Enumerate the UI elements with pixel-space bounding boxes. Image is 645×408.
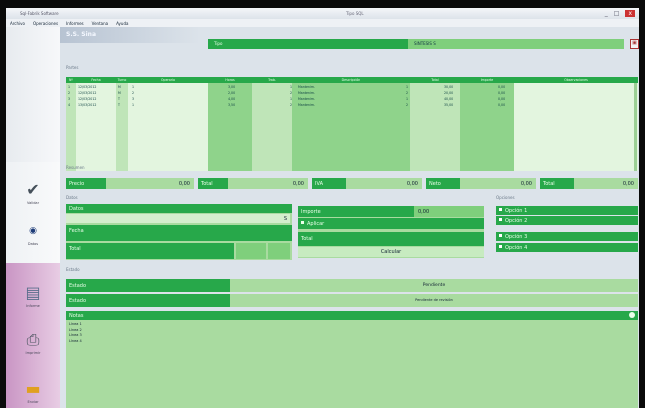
- sidebar-item-enviar[interactable]: ▬ Enviar: [6, 379, 60, 405]
- sidebar-item-imprimir[interactable]: ⎙ Imprimir: [6, 330, 60, 356]
- section-title-opciones: Opciones: [496, 195, 515, 200]
- page-title: S.S. Sina: [66, 31, 96, 38]
- total-value-field[interactable]: 0,00: [228, 178, 308, 189]
- parts-table: Nº Fecha Turno Operario Horas Trab. Desc…: [66, 77, 638, 171]
- pdf-icon[interactable]: ▣: [630, 39, 639, 49]
- close-button[interactable]: x: [625, 10, 635, 17]
- section-title-estado: Estado: [66, 267, 80, 272]
- sidebar-item-datos[interactable]: ◉ Datos: [6, 223, 60, 246]
- left-panel-header: Datos: [66, 204, 292, 213]
- main-content: S.S. Sina Tipo SINTESIS S ▣ Partes Nº Fe…: [60, 27, 639, 408]
- table-header-cell[interactable]: Trab.: [252, 77, 292, 83]
- middle-checkbox-row[interactable]: Aplicar: [298, 218, 484, 229]
- total-label: Precio: [66, 178, 106, 189]
- left-panel: Datos S Fecha Total: [66, 204, 292, 260]
- check-icon: ✔: [26, 180, 40, 199]
- menu-bar: Archivo Operaciones Informes Ventana Ayu…: [6, 19, 639, 27]
- status-value: Pendiente: [230, 279, 638, 292]
- table-header-cell[interactable]: Total: [410, 77, 460, 83]
- section-title-resumen: Resumen: [66, 165, 85, 170]
- sidebar-item-validar[interactable]: ✔ Validar: [6, 180, 60, 206]
- table-row[interactable]: 2 12/03/2012 M 2 2,00 2 Mantenim. 2 20,0…: [68, 91, 628, 96]
- sidebar-item-label: Enviar: [27, 400, 39, 404]
- sidebar-item-label: Datos: [27, 242, 39, 246]
- option-row[interactable]: Opción 2: [496, 216, 638, 225]
- title-bar: Sql-Fabrik Software Tipo SQL _ □ x: [6, 8, 639, 19]
- header-field-value: SINTESIS S: [408, 39, 624, 49]
- total-value-field[interactable]: 0,00: [346, 178, 422, 189]
- notes-toggle-icon[interactable]: [629, 312, 635, 318]
- section-title-partes: Partes: [66, 65, 79, 70]
- notes-header: Notas: [66, 311, 638, 320]
- status-value: Pendiente de revisión: [230, 294, 638, 307]
- maximize-button[interactable]: □: [614, 10, 620, 17]
- header-banner: S.S. Sina: [60, 27, 200, 43]
- left-panel-row: Total: [66, 243, 234, 259]
- total-value-field[interactable]: 0,00: [574, 178, 638, 189]
- radio-button[interactable]: [499, 218, 502, 221]
- document-title: Tipo SQL: [346, 11, 364, 16]
- left-panel-input[interactable]: [268, 243, 290, 259]
- middle-value-field[interactable]: 0,00: [414, 206, 484, 217]
- middle-panel: Importe 0,00 Aplicar Total Calcular: [298, 206, 484, 258]
- total-label: IVA: [312, 178, 346, 189]
- middle-label: Total: [298, 232, 484, 246]
- radio-button[interactable]: [499, 234, 502, 237]
- left-panel-input[interactable]: [236, 243, 266, 259]
- option-row[interactable]: Opción 4: [496, 243, 638, 252]
- menu-item-informes[interactable]: Informes: [66, 21, 84, 26]
- section-title-datos: Datos: [66, 195, 78, 200]
- app-title: Sql-Fabrik Software: [20, 11, 59, 16]
- box-icon: ▬: [25, 379, 41, 398]
- checkbox[interactable]: [301, 221, 304, 224]
- table-scrollbar[interactable]: [634, 83, 637, 171]
- sidebar-item-label: Informe: [26, 304, 40, 308]
- notes-panel: Notas Línea 1 Línea 2 Línea 3 Línea 4: [66, 311, 638, 408]
- total-label: Neto: [426, 178, 460, 189]
- total-label: Total: [198, 178, 228, 189]
- total-value-field[interactable]: 0,00: [106, 178, 194, 189]
- menu-item-operaciones[interactable]: Operaciones: [33, 21, 58, 26]
- header-field-label: Tipo: [208, 39, 408, 49]
- middle-label: Importe: [298, 206, 414, 217]
- sidebar-item-label: Imprimir: [25, 351, 41, 355]
- sidebar-item-label: Validar: [26, 201, 40, 205]
- document-icon: ▤: [25, 283, 41, 302]
- left-panel-row: Fecha: [66, 225, 292, 241]
- menu-item-ayuda[interactable]: Ayuda: [116, 21, 128, 26]
- total-label: Total: [540, 178, 574, 189]
- left-panel-select[interactable]: S: [66, 214, 290, 223]
- menu-item-archivo[interactable]: Archivo: [10, 21, 25, 26]
- calculate-button[interactable]: Calcular: [298, 247, 484, 257]
- total-value-field[interactable]: 0,00: [460, 178, 536, 189]
- status-label: Estado: [66, 279, 230, 292]
- menu-item-ventana[interactable]: Ventana: [92, 21, 108, 26]
- table-header-cell[interactable]: Nº: [66, 77, 76, 83]
- table-header-cell[interactable]: Turno: [116, 77, 128, 83]
- table-row[interactable]: 1 12/03/2012 M 1 3,00 1 Mantenim. 1 30,0…: [68, 85, 628, 90]
- option-row[interactable]: Opción 3: [496, 232, 638, 241]
- logo-icon: ◉: [29, 226, 37, 236]
- sidebar-item-informe[interactable]: ▤ Informe: [6, 283, 60, 309]
- status-label: Estado: [66, 294, 230, 307]
- radio-button[interactable]: [499, 245, 502, 248]
- notes-text[interactable]: Línea 1 Línea 2 Línea 3 Línea 4: [69, 322, 82, 344]
- window-controls: _ □ x: [605, 10, 635, 17]
- printer-icon: ⎙: [26, 330, 40, 349]
- option-row[interactable]: Opción 1: [496, 206, 638, 215]
- table-row[interactable]: 3 12/03/2012 T 3 4,00 1 Mantenim. 1 40,0…: [68, 97, 628, 102]
- application-window: Sql-Fabrik Software Tipo SQL _ □ x Archi…: [6, 8, 639, 408]
- table-row[interactable]: 4 13/03/2012 T 1 3,50 2 Mantenim. 2 35,0…: [68, 103, 628, 108]
- sidebar: ✔ Validar ◉ Datos ▤ Informe ⎙ Imprimir ▬…: [6, 27, 60, 408]
- minimize-button[interactable]: _: [605, 10, 608, 17]
- sidebar-panel-top: [6, 27, 60, 162]
- radio-button[interactable]: [499, 208, 502, 211]
